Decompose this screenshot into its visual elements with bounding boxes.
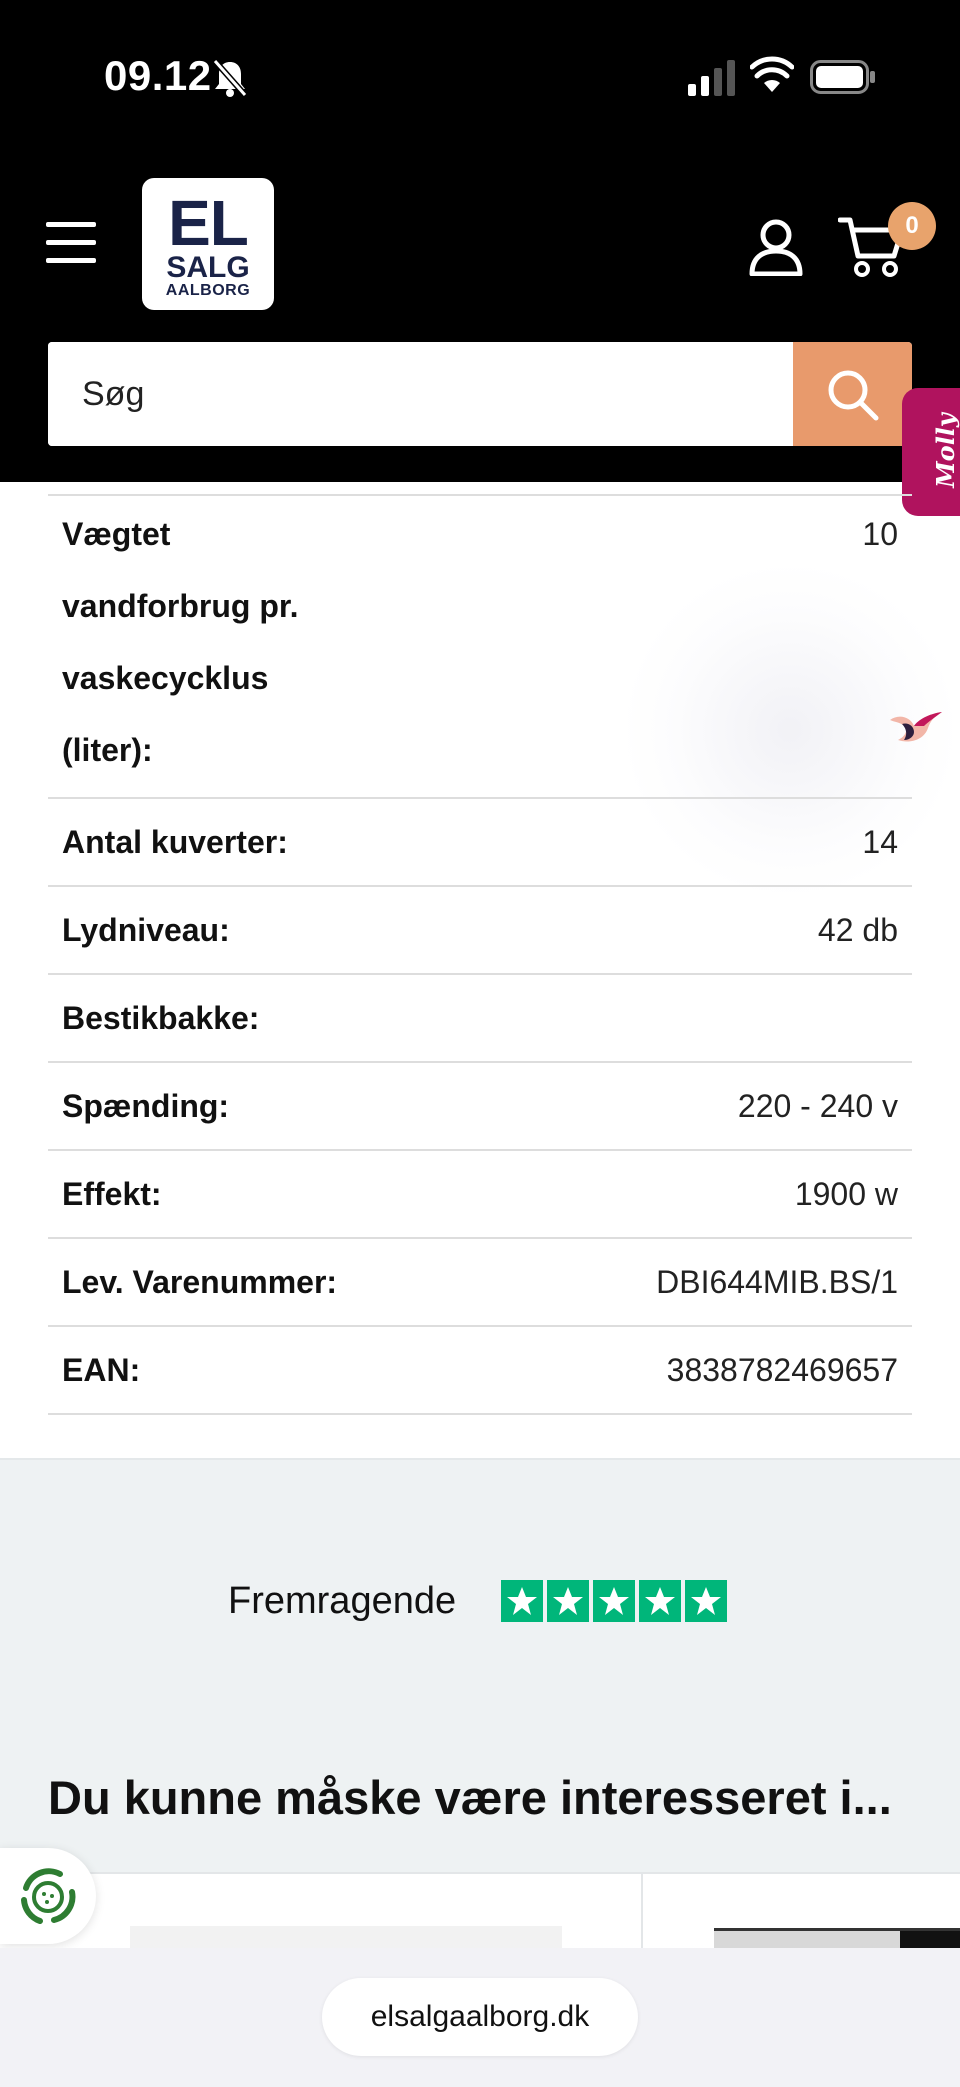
spec-value: 14 — [862, 823, 898, 860]
spec-label: Spænding: — [62, 1087, 230, 1124]
search-input[interactable] — [48, 342, 793, 446]
recycle-icon — [21, 1868, 76, 1924]
spec-row: Lev. Varenummer: DBI644MIB.BS/1 — [48, 1239, 912, 1327]
status-time: 09.12 — [104, 52, 212, 99]
spec-value: 220 - 240 v — [737, 1087, 898, 1124]
spec-value: 10 — [862, 516, 898, 552]
product-carousel — [0, 1872, 960, 1950]
spec-value: 42 db — [817, 911, 898, 948]
spec-row: EAN: 3838782469657 — [48, 1327, 912, 1415]
recycle-button[interactable] — [0, 1848, 96, 1944]
molly-label: Molly — [930, 413, 960, 488]
star-icon — [593, 1580, 635, 1622]
spec-row: Lydniveau: 42 db — [48, 887, 912, 975]
spec-label: Effekt: — [62, 1175, 162, 1212]
cart-count-badge: 0 — [888, 202, 936, 250]
product-card-image[interactable] — [130, 1926, 562, 1950]
star-icon — [685, 1580, 727, 1622]
spec-row: Antal kuverter: 14 — [48, 799, 912, 887]
site-logo[interactable]: EL SALG AALBORG — [142, 178, 274, 310]
spec-row: Bestikbakke: — [48, 975, 912, 1063]
spec-label: Lydniveau: — [62, 911, 230, 948]
logo-line-3: AALBORG — [165, 282, 251, 299]
spec-label: Antal kuverter: — [62, 823, 288, 860]
spec-value: DBI644MIB.BS/1 — [656, 1263, 898, 1300]
trustpilot-label: Fremragende — [228, 1580, 457, 1622]
star-icon — [639, 1580, 681, 1622]
logo-line-1: EL — [168, 187, 249, 259]
battery-icon — [810, 60, 875, 94]
spec-label: Bestikbakke: — [62, 999, 260, 1036]
cellular-signal-icon — [688, 60, 735, 96]
spec-label: EAN: — [62, 1351, 141, 1388]
search-button[interactable] — [793, 342, 912, 446]
bell-slash-icon — [212, 59, 248, 97]
product-card-image[interactable] — [714, 1928, 960, 1950]
trustpilot-stars[interactable] — [501, 1580, 727, 1622]
divider — [641, 1874, 643, 1950]
spec-row: Effekt: 1900 w — [48, 1151, 912, 1239]
search-icon — [828, 370, 879, 421]
spec-label: Vægtet vandforbrug pr. vaskecycklus (lit… — [62, 516, 299, 768]
address-bar[interactable]: elsalgaalborg.dk — [322, 1978, 638, 2056]
spec-value: 1900 w — [794, 1175, 898, 1212]
account-icon[interactable] — [748, 218, 804, 276]
site-header: EL SALG AALBORG 0 — [0, 160, 960, 482]
wifi-icon — [750, 56, 794, 92]
spec-label: Lev. Varenummer: — [62, 1263, 338, 1300]
logo-line-2: SALG — [166, 251, 250, 284]
search-bar — [48, 342, 912, 446]
spec-value: 3838782469657 — [666, 1351, 898, 1388]
star-icon — [501, 1580, 543, 1622]
menu-icon[interactable] — [46, 222, 96, 264]
star-icon — [547, 1580, 589, 1622]
spec-row: Vægtet vandforbrug pr. vaskecycklus (lit… — [48, 496, 912, 799]
browser-bar: elsalgaalborg.dk — [0, 1948, 960, 2087]
recommendations-heading: Du kunne måske være interesseret i... — [48, 1771, 892, 1824]
spec-row: Spænding: 220 - 240 v — [48, 1063, 912, 1151]
specs-table: Vægtet vandforbrug pr. vaskecycklus (lit… — [48, 494, 912, 1415]
status-bar: 09.12 — [0, 0, 960, 160]
